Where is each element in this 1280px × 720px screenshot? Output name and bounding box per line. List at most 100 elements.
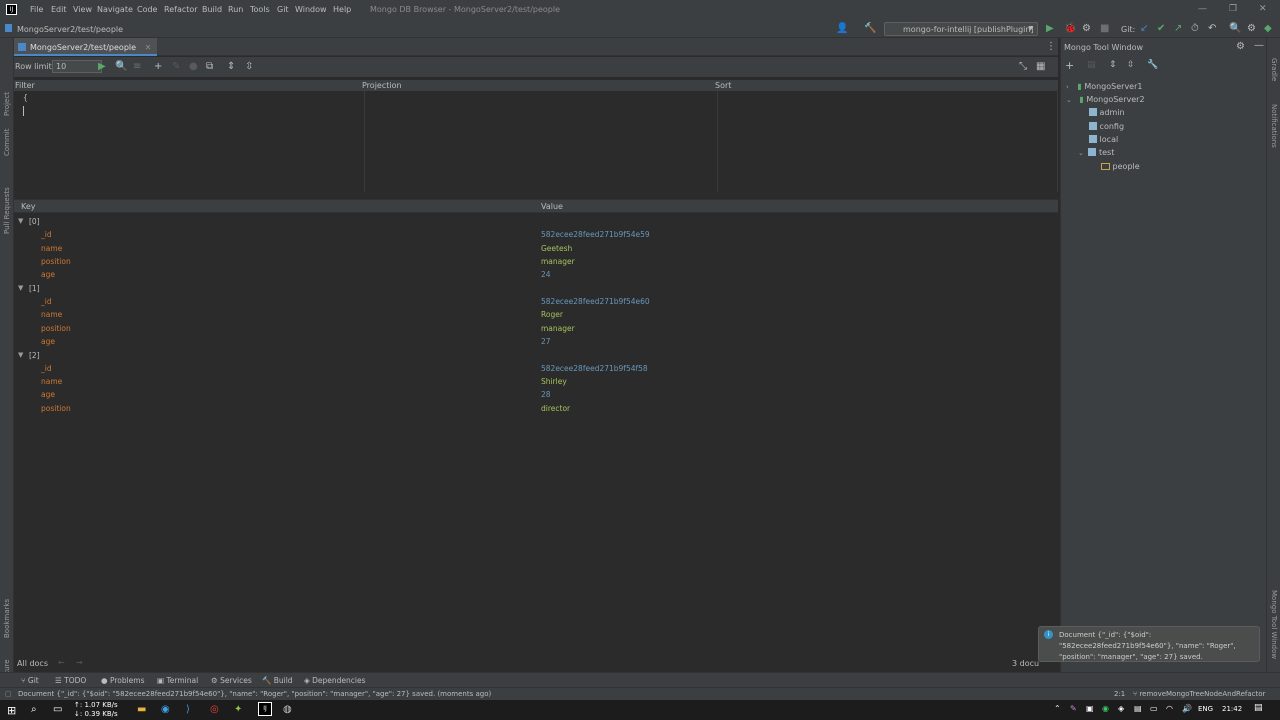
menu-window[interactable]: Window	[295, 5, 327, 14]
git-commit-icon[interactable]: ✔	[1157, 23, 1165, 35]
tree-server-2[interactable]: ⌄ ▮ MongoServer2	[1066, 95, 1145, 104]
clock[interactable]: 21:42	[1222, 705, 1242, 713]
volume-icon[interactable]: 🔊	[1182, 704, 1192, 713]
menu-refactor[interactable]: Refactor	[164, 5, 198, 14]
run-icon[interactable]: ▶	[1046, 23, 1054, 35]
delete-document-icon[interactable]: ●	[189, 61, 198, 73]
tool-todo[interactable]: ☰ TODO	[55, 676, 86, 685]
close-icon[interactable]: ✕	[1259, 4, 1267, 14]
bookmarks-tool-tab[interactable]: Bookmarks	[3, 599, 11, 638]
more-options-icon[interactable]: ⋮	[1046, 41, 1056, 52]
next-page-icon[interactable]: →	[76, 658, 83, 667]
tray-app-icon[interactable]: ◉	[1102, 704, 1109, 713]
edit-server-icon[interactable]: ▤	[1087, 60, 1096, 70]
table-view-icon[interactable]: ▦	[1036, 61, 1045, 73]
field-row[interactable]: _id 582ecee28feed271b9f54e60	[14, 297, 1058, 310]
breadcrumb[interactable]: MongoServer2/test/people	[17, 25, 123, 34]
task-view-icon[interactable]: ▭	[53, 704, 62, 715]
tab-people[interactable]: MongoServer2/test/people ✕	[14, 38, 158, 56]
execute-query-icon[interactable]: ▶	[98, 61, 106, 73]
add-document-icon[interactable]: +	[154, 61, 162, 73]
field-row[interactable]: position manager	[14, 324, 1058, 337]
project-tool-tab[interactable]: Project	[3, 92, 11, 116]
menu-git[interactable]: Git	[277, 5, 289, 14]
tray-app-icon[interactable]: ◈	[1118, 704, 1124, 713]
prev-page-icon[interactable]: ←	[58, 658, 65, 667]
field-row[interactable]: name Geetesh	[14, 244, 1058, 257]
menu-help[interactable]: Help	[333, 5, 351, 14]
tool-services[interactable]: ⚙ Services	[211, 676, 252, 685]
gear-icon[interactable]: ⚙	[1236, 41, 1245, 52]
filter-icon[interactable]: ≡	[133, 61, 141, 73]
tool-problems[interactable]: ● Problems	[101, 676, 145, 685]
restore-icon[interactable]: ❐	[1229, 4, 1237, 14]
chrome-icon[interactable]: ◎	[210, 704, 219, 715]
gradle-tool-tab[interactable]: Gradle	[1270, 58, 1278, 81]
edit-document-icon[interactable]: ✎	[172, 61, 180, 73]
file-explorer-icon[interactable]: ▬	[137, 704, 146, 715]
document-row[interactable]: ▼ [0]	[14, 216, 1058, 229]
field-row[interactable]: position manager	[14, 257, 1058, 270]
tray-app-icon[interactable]: ▤	[1134, 704, 1142, 713]
user-icon[interactable]: 👤	[836, 23, 848, 35]
field-row[interactable]: _id 582ecee28feed271b9f54e59	[14, 230, 1058, 243]
value-column-header[interactable]: Value	[541, 202, 563, 211]
field-row[interactable]: age 27	[14, 337, 1058, 350]
settings-icon[interactable]: ⚙	[1247, 23, 1256, 35]
tree-db-local[interactable]: local	[1089, 135, 1118, 144]
edge-icon[interactable]: ◉	[161, 704, 170, 715]
caret-position[interactable]: 2:1	[1114, 690, 1125, 698]
app-icon[interactable]: ✦	[234, 704, 242, 715]
find-icon[interactable]: 🔍	[115, 61, 127, 73]
wrench-icon[interactable]: 🔧	[1147, 60, 1158, 70]
tree-db-admin[interactable]: admin	[1089, 108, 1125, 117]
menu-build[interactable]: Build	[202, 5, 222, 14]
collapse-tree-icon[interactable]: ⇳	[1127, 60, 1135, 70]
git-push-icon[interactable]: ↗	[1174, 23, 1182, 35]
git-branch[interactable]: ⑂ removeMongoTreeNodeAndRefactor	[1133, 690, 1265, 698]
windows-start-icon[interactable]: ⊞	[7, 704, 16, 717]
document-row[interactable]: ▼ [1]	[14, 283, 1058, 296]
history-icon[interactable]: ⏱	[1191, 23, 1199, 35]
search-icon[interactable]: ⌕	[31, 704, 37, 715]
tree-db-test[interactable]: ⌄ test	[1078, 148, 1114, 157]
build-hammer-icon[interactable]: 🔨	[864, 23, 876, 35]
projection-editor[interactable]	[366, 91, 718, 192]
wifi-icon[interactable]: ◠	[1166, 704, 1173, 713]
battery-icon[interactable]: ▭	[1150, 704, 1158, 713]
tool-terminal[interactable]: ▣ Terminal	[157, 676, 198, 685]
field-row[interactable]: name Shirley	[14, 377, 1058, 390]
menu-view[interactable]: View	[73, 5, 92, 14]
tree-db-config[interactable]: config	[1089, 122, 1124, 131]
status-message[interactable]: Document {"_id": {"$oid": "582ecee28feed…	[18, 690, 491, 698]
notifications-tool-tab[interactable]: Notifications	[1270, 104, 1278, 148]
menu-edit[interactable]: Edit	[51, 5, 67, 14]
language-indicator[interactable]: ENG	[1198, 705, 1213, 713]
tray-app-icon[interactable]: ✎	[1070, 704, 1077, 713]
vscode-icon[interactable]: ⟩	[186, 704, 190, 715]
document-row[interactable]: ▼ [2]	[14, 350, 1058, 363]
action-center-icon[interactable]: ▤	[1254, 703, 1263, 713]
minimize-icon[interactable]: —	[1198, 4, 1207, 14]
menu-code[interactable]: Code	[137, 5, 157, 14]
intellij-taskbar-icon[interactable]: IJ	[258, 702, 272, 716]
copy-icon[interactable]: ⧉	[206, 61, 213, 73]
menu-file[interactable]: File	[30, 5, 43, 14]
field-row[interactable]: age 28	[14, 390, 1058, 403]
tray-chevron-icon[interactable]: ⌃	[1054, 704, 1061, 713]
field-row[interactable]: position director	[14, 404, 1058, 417]
git-update-icon[interactable]: ↙	[1140, 23, 1148, 35]
mongo-tool-window-tab[interactable]: Mongo Tool Window	[1270, 590, 1278, 659]
tool-build[interactable]: 🔨 Build	[262, 676, 293, 685]
field-row[interactable]: _id 582ecee28feed271b9f54f58	[14, 364, 1058, 377]
close-tab-icon[interactable]: ✕	[145, 43, 152, 52]
expand-tree-icon[interactable]: ⇕	[1109, 60, 1117, 70]
hide-icon[interactable]: —	[1254, 40, 1264, 51]
menu-tools[interactable]: Tools	[250, 5, 270, 14]
rollback-icon[interactable]: ↶	[1208, 23, 1216, 35]
expand-all-icon[interactable]: ⇕	[227, 61, 235, 73]
field-row[interactable]: age 24	[14, 270, 1058, 283]
search-everywhere-icon[interactable]: 🔍	[1229, 23, 1241, 35]
coverage-icon[interactable]: ⚙	[1082, 23, 1091, 35]
tool-dependencies[interactable]: ◈ Dependencies	[304, 676, 366, 685]
